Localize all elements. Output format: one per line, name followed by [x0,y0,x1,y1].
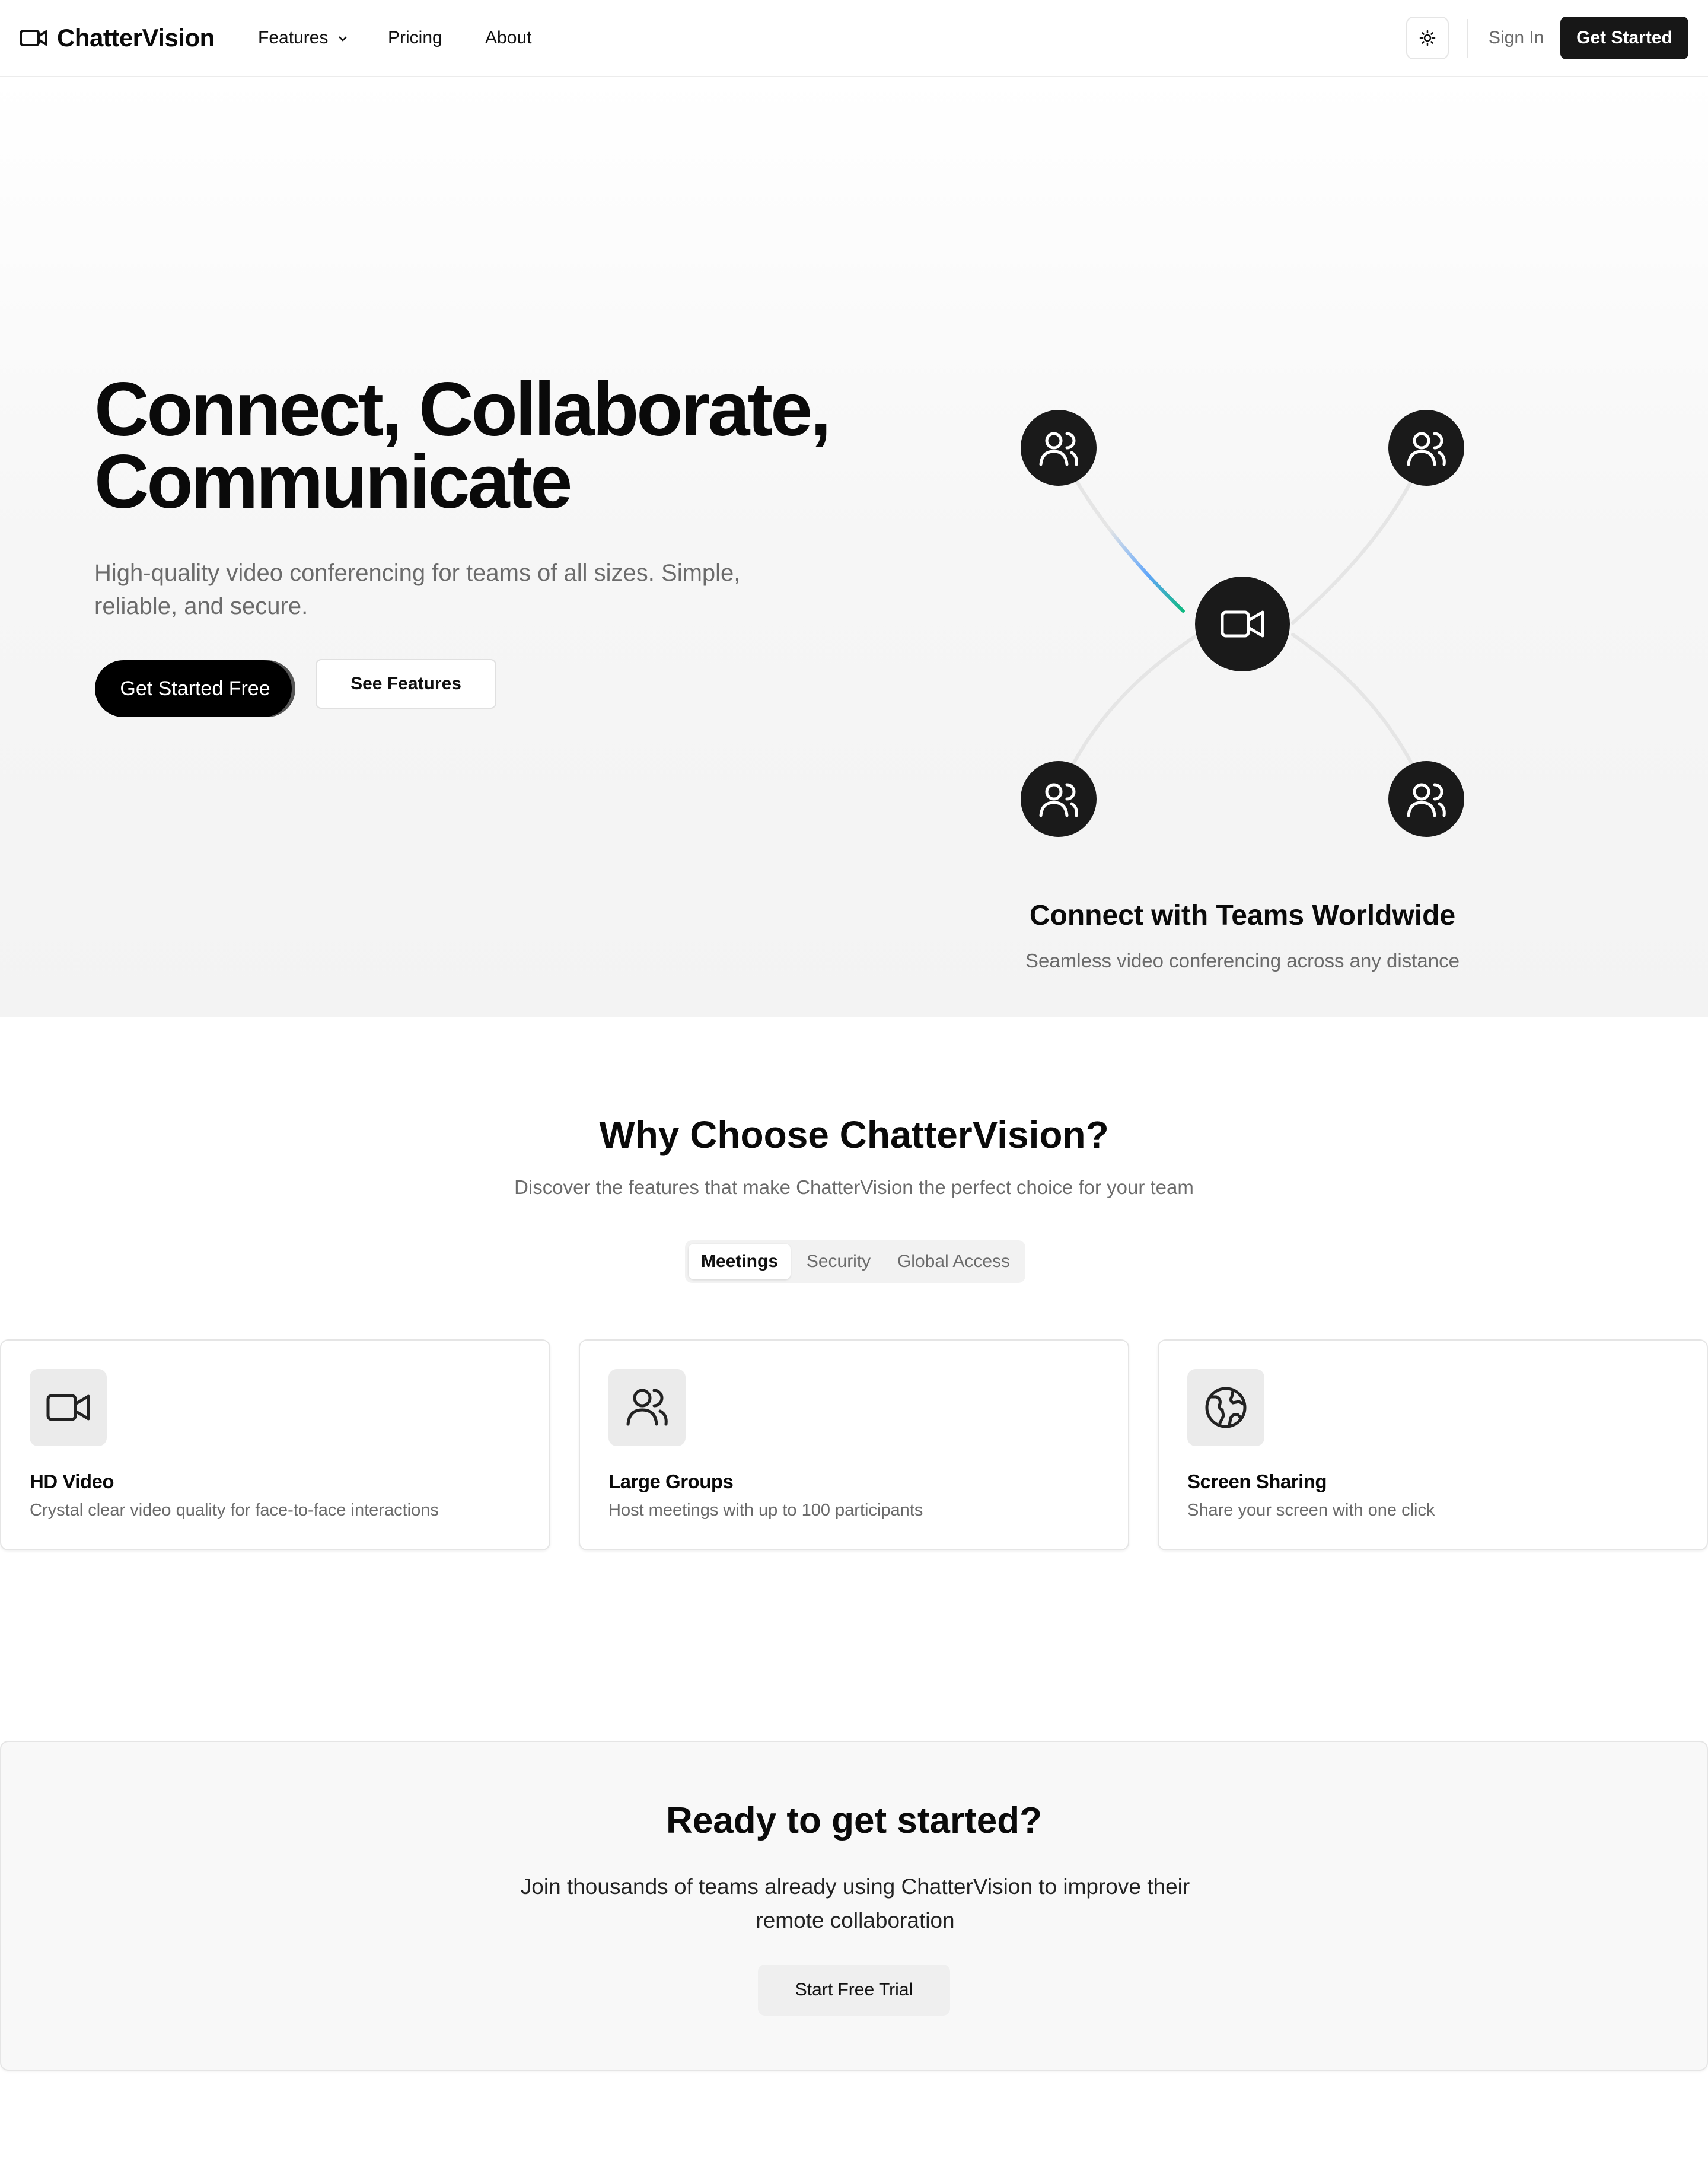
nav-features-label: Features [258,28,329,47]
see-features-button[interactable]: See Features [316,659,496,709]
nav-features-menu[interactable]: Features [258,27,348,49]
hero-title-line-2: Communicate [94,440,572,524]
card-description: Crystal clear video quality for face-to-… [30,1501,439,1520]
tab-security[interactable]: Security [793,1244,884,1279]
tab-global-access[interactable]: Global Access [887,1244,1021,1279]
nav-about-link[interactable]: About [485,27,531,49]
team-network-illustration [1021,410,1464,837]
top-navbar: ChatterVision Features Pricing About Sig… [0,0,1708,77]
card-description: Host meetings with up to 100 participant… [608,1501,923,1520]
hero-subtitle: High-quality video conferencing for team… [94,560,741,619]
theme-toggle-button[interactable] [1406,17,1449,59]
users-icon [608,1369,686,1446]
header-divider [1467,19,1468,58]
get-started-button[interactable]: Get Started [1560,17,1688,59]
feature-card-screen-sharing: Screen Sharing Share your screen with on… [1158,1339,1708,1550]
video-camera-icon [30,1369,107,1446]
hero-title: Connect, Collaborate, Communicate [94,367,865,524]
team-node-bottom-left [1021,761,1097,837]
nav-pricing-link[interactable]: Pricing [388,27,442,49]
card-title: HD Video [30,1470,114,1492]
brand-logo-text[interactable]: ChatterVision [57,23,215,53]
sun-icon [1419,30,1436,46]
card-title: Large Groups [608,1470,734,1492]
feature-card-large-groups: Large Groups Host meetings with up to 10… [579,1339,1129,1550]
start-free-trial-button[interactable]: Start Free Trial [758,1965,950,2016]
feature-card-hd-video: HD Video Crystal clear video quality for… [0,1339,550,1550]
cta-section: Ready to get started? Join thousands of … [0,1741,1708,2071]
video-hub-node [1195,577,1290,671]
card-description: Share your screen with one click [1187,1501,1435,1520]
hero-title-line-1: Connect, Collaborate, [94,367,831,452]
hero-section: Connect, Collaborate, Communicate High-q… [0,77,1708,1017]
card-title: Screen Sharing [1187,1470,1327,1492]
sign-in-link[interactable]: Sign In [1489,27,1544,49]
team-node-bottom-right [1388,761,1464,837]
chevron-down-icon [338,36,347,42]
team-node-top-left [1021,410,1097,486]
network-subtitle: Seamless video conferencing across any d… [1025,950,1460,972]
network-title: Connect with Teams Worldwide [1029,900,1456,931]
features-title: Why Choose ChatterVision? [599,1113,1109,1156]
features-subtitle: Discover the features that make ChatterV… [514,1176,1194,1198]
tab-meetings[interactable]: Meetings [689,1244,791,1279]
video-camera-icon [20,28,48,47]
get-started-free-button[interactable]: Get Started Free [95,660,295,717]
team-node-top-right [1388,410,1464,486]
cta-subtitle: Join thousands of teams already using Ch… [520,1874,1190,1932]
features-tabs: Meetings Security Global Access [685,1240,1025,1283]
cta-title: Ready to get started? [666,1800,1042,1841]
globe-icon [1187,1369,1264,1446]
